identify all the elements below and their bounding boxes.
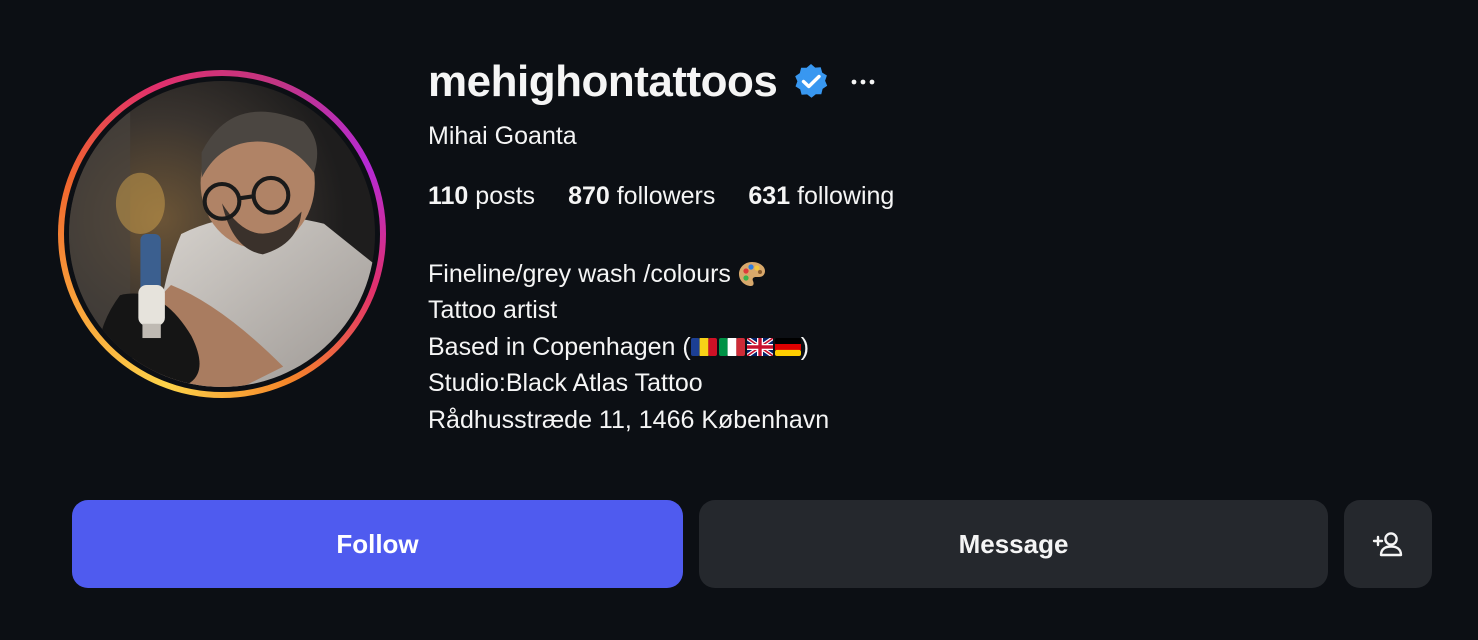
avatar-photo (69, 81, 375, 387)
profile-stats: 110 posts 870 followers 631 following (428, 182, 927, 211)
bio-line-role: Tattoo artist (428, 296, 558, 325)
posts-count: 110 (428, 182, 469, 210)
artist-palette-icon (738, 262, 765, 287)
bio-line-location: Based in Copenhagen () (428, 329, 829, 365)
bio-line-styles: Fineline/grey wash /colours (428, 256, 829, 292)
message-button[interactable]: Message (699, 500, 1328, 588)
bio-line-address: Rådhusstræde 11, 1466 København (428, 405, 830, 434)
following-stat[interactable]: 631 following (748, 182, 894, 211)
following-label: following (797, 182, 895, 210)
profile-bio: Fineline/grey wash /colours Tattoo artis… (428, 256, 829, 438)
followers-label: followers (616, 182, 716, 210)
profile-avatar[interactable] (58, 70, 386, 398)
following-count: 631 (748, 182, 791, 210)
germany-flag-icon (774, 337, 801, 356)
add-person-icon (1372, 532, 1403, 557)
italy-flag-icon (718, 337, 745, 356)
followers-count: 870 (568, 182, 610, 210)
profile-header: mehighontattoos Mihai Goanta 110 posts 8… (0, 0, 1478, 640)
verified-badge-icon (795, 64, 828, 98)
posts-label: posts (475, 182, 536, 210)
bio-location-text: Based in Copenhagen ( (428, 332, 691, 361)
uk-flag-icon (746, 337, 773, 356)
romania-flag-icon (690, 337, 717, 356)
more-options-icon[interactable] (849, 68, 877, 96)
follow-button[interactable]: Follow (72, 500, 683, 588)
posts-stat: 110 posts (428, 182, 535, 211)
bio-location-close: ) (800, 332, 810, 361)
avatar-ring-gap (64, 76, 380, 392)
bio-line-studio: Studio:Black Atlas Tattoo (428, 369, 703, 398)
full-name: Mihai Goanta (428, 122, 577, 150)
followers-stat[interactable]: 870 followers (568, 182, 715, 211)
suggested-accounts-button[interactable] (1344, 500, 1432, 588)
username-row: mehighontattoos (428, 52, 877, 112)
bio-styles-text: Fineline/grey wash /colours (428, 260, 731, 288)
username: mehighontattoos (428, 57, 778, 106)
